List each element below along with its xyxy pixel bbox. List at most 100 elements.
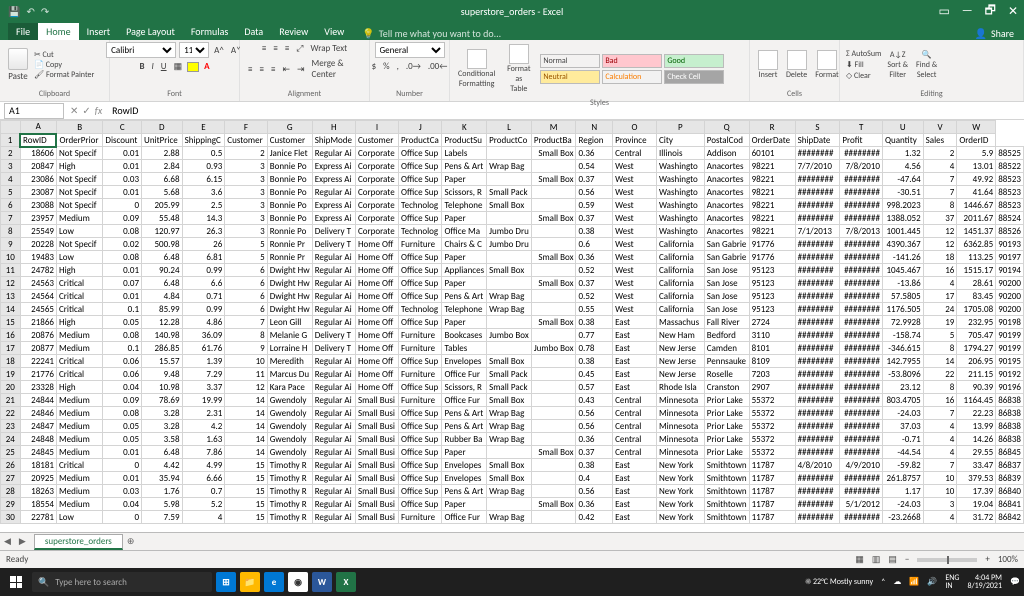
cell[interactable]: -24.03 — [882, 407, 923, 420]
cell[interactable]: 0.36 — [576, 147, 613, 160]
cell[interactable]: -346.615 — [882, 342, 923, 355]
cell[interactable]: Paper — [442, 212, 487, 225]
align-right-button[interactable]: ≡ — [269, 63, 277, 76]
cell[interactable]: 0.37 — [576, 277, 613, 290]
cell[interactable]: 11787 — [749, 485, 795, 498]
cell[interactable]: Small Busi — [355, 472, 398, 485]
cell[interactable]: Dwight Hw — [267, 303, 312, 316]
align-bottom-button[interactable]: ≡ — [283, 42, 291, 55]
cell[interactable]: 14 — [923, 355, 957, 368]
conditional-formatting-button[interactable]: Conditional Formatting — [456, 47, 497, 91]
cell[interactable] — [531, 459, 576, 472]
cell[interactable]: Discount — [103, 134, 142, 147]
cell[interactable]: Timothy R — [267, 459, 312, 472]
cell[interactable]: 0.01 — [103, 147, 142, 160]
cell[interactable]: 1794.27 — [957, 342, 996, 355]
cell[interactable]: Rhode Isla — [656, 381, 704, 394]
cell[interactable]: 15 — [225, 459, 267, 472]
cell[interactable]: 3 — [225, 225, 267, 238]
cell[interactable]: 0.08 — [103, 251, 142, 264]
cell[interactable]: 14 — [225, 420, 267, 433]
cell[interactable]: Fall River — [704, 316, 749, 329]
cell[interactable]: 90195 — [996, 355, 1024, 368]
cell[interactable]: Smithtown — [704, 485, 749, 498]
cell[interactable]: East — [613, 485, 657, 498]
cell[interactable]: ######## — [840, 277, 883, 290]
clock[interactable]: 4:04 PM8/19/2021 — [967, 574, 1002, 590]
cell[interactable]: Critical — [56, 368, 102, 381]
cell[interactable]: 18263 — [20, 485, 56, 498]
cell[interactable]: Paper — [442, 251, 487, 264]
cell[interactable]: Customer — [355, 134, 398, 147]
close-button[interactable]: ✕ — [1008, 4, 1018, 19]
cell[interactable]: 60101 — [749, 147, 795, 160]
cell[interactable] — [531, 238, 576, 251]
cell[interactable]: Express Ai — [312, 160, 355, 173]
cell[interactable]: Office Sup — [399, 433, 442, 446]
cell[interactable]: Gwendoly — [267, 433, 312, 446]
cell[interactable]: ######## — [840, 511, 883, 524]
cell[interactable]: 1515.17 — [957, 264, 996, 277]
cell[interactable]: Bonnie Po — [267, 212, 312, 225]
cell[interactable]: Profit — [840, 134, 883, 147]
cell[interactable]: ######## — [840, 381, 883, 394]
cell[interactable]: 17.39 — [957, 485, 996, 498]
cell[interactable]: 26.3 — [182, 225, 225, 238]
cell[interactable] — [531, 225, 576, 238]
cell[interactable]: 3 — [225, 199, 267, 212]
cell[interactable]: Furniture — [399, 511, 442, 524]
cell[interactable]: Prior Lake — [704, 433, 749, 446]
cell[interactable]: 10 — [225, 355, 267, 368]
cell[interactable]: 37 — [923, 212, 957, 225]
cell[interactable]: ######## — [840, 316, 883, 329]
cell[interactable]: 1705.08 — [957, 303, 996, 316]
cell[interactable]: Small Busi — [355, 433, 398, 446]
bold-button[interactable]: B — [137, 60, 146, 73]
cell[interactable]: 5 — [225, 251, 267, 264]
cell[interactable]: Regular Ai — [312, 433, 355, 446]
cell[interactable]: UnitPrice — [142, 134, 183, 147]
cell[interactable] — [531, 160, 576, 173]
cell[interactable]: Customer — [267, 134, 312, 147]
cell[interactable]: 49.92 — [957, 173, 996, 186]
cell[interactable]: Pennsauke — [704, 355, 749, 368]
cell[interactable]: 11787 — [749, 498, 795, 511]
cell[interactable]: 88525 — [996, 147, 1024, 160]
tab-file[interactable]: File — [8, 23, 38, 40]
cell[interactable]: 205.99 — [142, 199, 183, 212]
cell[interactable]: Small Box — [487, 199, 532, 212]
cell[interactable]: East — [613, 472, 657, 485]
cell[interactable]: West — [613, 212, 657, 225]
cell[interactable]: ######## — [795, 407, 840, 420]
cell[interactable]: West — [613, 290, 657, 303]
copy-button[interactable]: 📄 Copy — [34, 60, 94, 70]
cell[interactable]: Gwendoly — [267, 407, 312, 420]
cell[interactable]: Office Sup — [399, 212, 442, 225]
cell[interactable]: Pens & Art — [442, 407, 487, 420]
cell[interactable]: 0.78 — [576, 342, 613, 355]
cell[interactable]: California — [656, 264, 704, 277]
cell[interactable]: 0.08 — [103, 407, 142, 420]
cell[interactable]: 4.56 — [882, 160, 923, 173]
cell[interactable]: 22.23 — [957, 407, 996, 420]
style-check-cell[interactable]: Check Cell — [664, 70, 724, 84]
column-header[interactable]: I — [355, 121, 398, 134]
cell[interactable] — [487, 147, 532, 160]
cell[interactable]: OrderID — [957, 134, 996, 147]
cell[interactable]: 6.66 — [182, 472, 225, 485]
cell[interactable]: 6 — [225, 290, 267, 303]
cell[interactable]: ######## — [840, 147, 883, 160]
cell[interactable]: 2907 — [749, 381, 795, 394]
restore-button[interactable]: 🗗 — [985, 1, 996, 22]
cell[interactable]: Wrap Bag — [487, 160, 532, 173]
cell[interactable]: 98221 — [749, 225, 795, 238]
row-header[interactable]: 21 — [1, 394, 21, 407]
cell[interactable]: Scissors, R — [442, 381, 487, 394]
cell[interactable]: East — [613, 329, 657, 342]
cell[interactable]: 211.15 — [957, 368, 996, 381]
cell[interactable]: Not Specif — [56, 147, 102, 160]
sheet-nav-first[interactable]: ◀ — [0, 536, 15, 547]
cell[interactable]: Timothy R — [267, 498, 312, 511]
cell[interactable]: 0.37 — [576, 446, 613, 459]
task-view-icon[interactable]: ⊞ — [216, 572, 236, 592]
